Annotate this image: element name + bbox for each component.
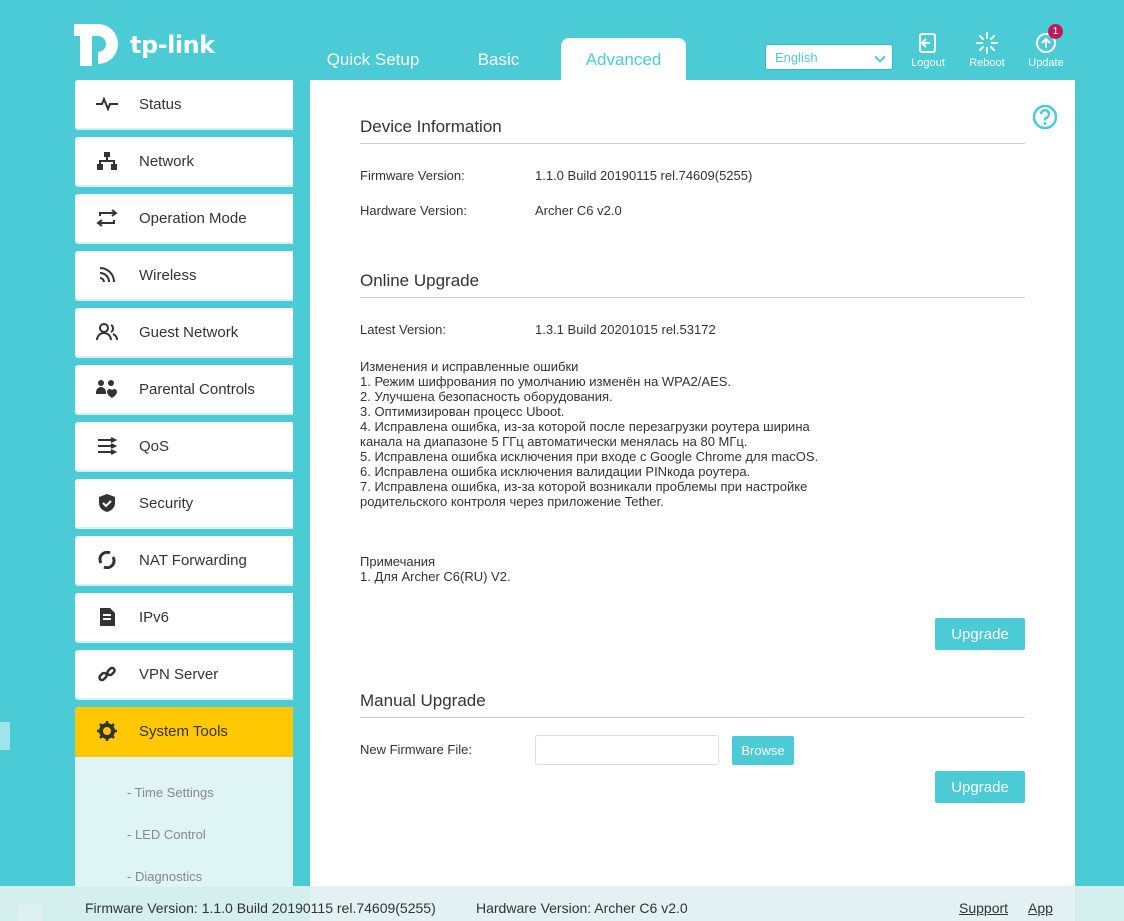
sidebar-item-ipv6[interactable]: IPv6 — [75, 593, 293, 643]
online-upgrade-button[interactable]: Upgrade — [935, 618, 1025, 650]
sidebar-item-status[interactable]: Status — [75, 80, 293, 130]
divider — [360, 143, 1025, 144]
divider — [360, 297, 1025, 298]
tab-advanced[interactable]: Advanced — [561, 38, 686, 80]
nat-icon — [75, 551, 139, 569]
release-note-line: Изменения и исправленные ошибки — [360, 359, 579, 374]
device-information-title: Device Information — [360, 117, 502, 136]
left-edge-decoration — [0, 722, 10, 750]
manual-upgrade-button[interactable]: Upgrade — [935, 771, 1025, 803]
update-count-badge: 1 — [1048, 24, 1063, 39]
sidebar-item-qos[interactable]: QoS — [75, 422, 293, 472]
sidebar-item-operation-mode[interactable]: Operation Mode — [75, 194, 293, 244]
release-note-line: 6. Исправлена ошибка исключения валидаци… — [360, 464, 751, 479]
logout-icon — [903, 28, 953, 54]
tp-link-logo-icon — [74, 24, 118, 66]
online-upgrade-title: Online Upgrade — [360, 271, 480, 290]
sidebar-item-label: Security — [139, 494, 194, 512]
hardware-version-value: Archer C6 v2.0 — [535, 203, 622, 218]
release-note-line: 5. Исправлена ошибка исключения при вход… — [360, 449, 819, 464]
sidebar-item-label: Network — [139, 152, 195, 170]
latest-version-label: Latest Version: — [360, 322, 446, 337]
sidebar-item-security[interactable]: Security — [75, 479, 293, 529]
gear-icon — [75, 721, 139, 741]
browse-button[interactable]: Browse — [732, 736, 794, 765]
link-icon — [75, 665, 139, 683]
tp-link-logo: tp-link — [74, 20, 215, 70]
sidebar-item-label: NAT Forwarding — [139, 551, 247, 569]
reboot-button[interactable]: Reboot — [962, 28, 1012, 69]
sidebar-item-label: Wireless — [139, 266, 197, 284]
qos-icon — [75, 437, 139, 455]
release-note-line: 7. Исправлена ошибка, из-за которой возн… — [360, 479, 808, 494]
tab-basic[interactable]: Basic — [436, 38, 561, 80]
reboot-label: Reboot — [969, 57, 1005, 69]
sidebar-item-label: System Tools — [139, 722, 228, 740]
divider — [360, 717, 1025, 718]
chevron-down-icon — [874, 51, 886, 63]
network-icon — [75, 152, 139, 170]
sidebar: Status Network Operation Mode Wireless G… — [75, 80, 293, 887]
wifi-icon — [75, 266, 139, 284]
submenu-item-time-settings[interactable]: - Time Settings — [75, 785, 293, 827]
release-note-line: 1. Режим шифрования по умолчанию изменён… — [360, 374, 732, 389]
system-tools-submenu: - Time Settings - LED Control - Diagnost… — [75, 757, 293, 887]
pulse-icon — [75, 97, 139, 111]
sidebar-item-nat-forwarding[interactable]: NAT Forwarding — [75, 536, 293, 586]
reboot-icon — [962, 28, 1012, 54]
footer-firmware-version: Firmware Version: 1.1.0 Build 20190115 r… — [85, 900, 436, 916]
latest-version-value: 1.3.1 Build 20201015 rel.53172 — [535, 322, 716, 337]
logout-button[interactable]: Logout — [903, 28, 953, 69]
sidebar-item-system-tools[interactable]: System Tools — [75, 707, 293, 757]
update-label: Update — [1028, 57, 1064, 69]
sidebar-item-label: IPv6 — [139, 608, 170, 626]
release-note-line: 2. Улучшена безопасность оборудования. — [360, 389, 613, 404]
sidebar-item-label: Status — [139, 95, 182, 113]
tab-quick-setup[interactable]: Quick Setup — [310, 38, 436, 80]
firmware-version-label: Firmware Version: — [360, 168, 465, 183]
shield-icon — [75, 494, 139, 512]
sidebar-item-label: Parental Controls — [139, 380, 255, 398]
sidebar-item-label: Guest Network — [139, 323, 239, 341]
parental-icon — [75, 380, 139, 398]
submenu-item-led-control[interactable]: - LED Control — [75, 827, 293, 869]
sidebar-item-vpn-server[interactable]: VPN Server — [75, 650, 293, 700]
sidebar-item-label: Operation Mode — [139, 209, 247, 227]
footer-hardware-version: Hardware Version: Archer C6 v2.0 — [476, 900, 688, 916]
brand-name: tp-link — [130, 31, 215, 59]
guest-users-icon — [75, 323, 139, 341]
sidebar-item-label: VPN Server — [139, 665, 219, 683]
update-icon: 1 — [1021, 24, 1071, 54]
remarks-line: Примечания — [360, 554, 436, 569]
release-note-line: 3. Оптимизирован процесс Uboot. — [360, 404, 565, 419]
language-select[interactable]: English — [765, 44, 893, 70]
footer: Firmware Version: 1.1.0 Build 20190115 r… — [0, 886, 1124, 921]
help-icon[interactable] — [1032, 104, 1058, 135]
firmware-file-input[interactable] — [535, 735, 719, 765]
ipv6-icon — [75, 607, 139, 627]
language-value: English — [775, 50, 818, 65]
release-note-line: родительского контроля через приложение … — [360, 494, 664, 509]
remarks-line: 1. Для Archer C6(RU) V2. — [360, 569, 511, 584]
logout-label: Logout — [911, 57, 945, 69]
release-note-line: 4. Исправлена ошибка, из-за которой посл… — [360, 419, 810, 434]
sidebar-item-label: QoS — [139, 437, 170, 455]
sidebar-item-parental-controls[interactable]: Parental Controls — [75, 365, 293, 415]
sidebar-item-guest-network[interactable]: Guest Network — [75, 308, 293, 358]
update-button[interactable]: 1 Update — [1021, 24, 1071, 69]
sidebar-item-wireless[interactable]: Wireless — [75, 251, 293, 301]
app-link[interactable]: App — [1028, 900, 1053, 916]
top-navigation: Quick Setup Basic Advanced — [310, 38, 686, 80]
release-notes: Изменения и исправленные ошибки 1. Режим… — [360, 359, 880, 509]
release-remarks: Примечания 1. Для Archer C6(RU) V2. — [360, 554, 511, 584]
hardware-version-label: Hardware Version: — [360, 203, 467, 218]
switch-mode-icon — [75, 209, 139, 227]
release-note-line: канала на диапазоне 5 ГГц автоматически … — [360, 434, 748, 449]
sidebar-item-network[interactable]: Network — [75, 137, 293, 187]
support-link[interactable]: Support — [959, 900, 1008, 916]
new-firmware-file-label: New Firmware File: — [360, 742, 472, 757]
firmware-version-value: 1.1.0 Build 20190115 rel.74609(5255) — [535, 168, 753, 183]
manual-upgrade-title: Manual Upgrade — [360, 691, 486, 710]
